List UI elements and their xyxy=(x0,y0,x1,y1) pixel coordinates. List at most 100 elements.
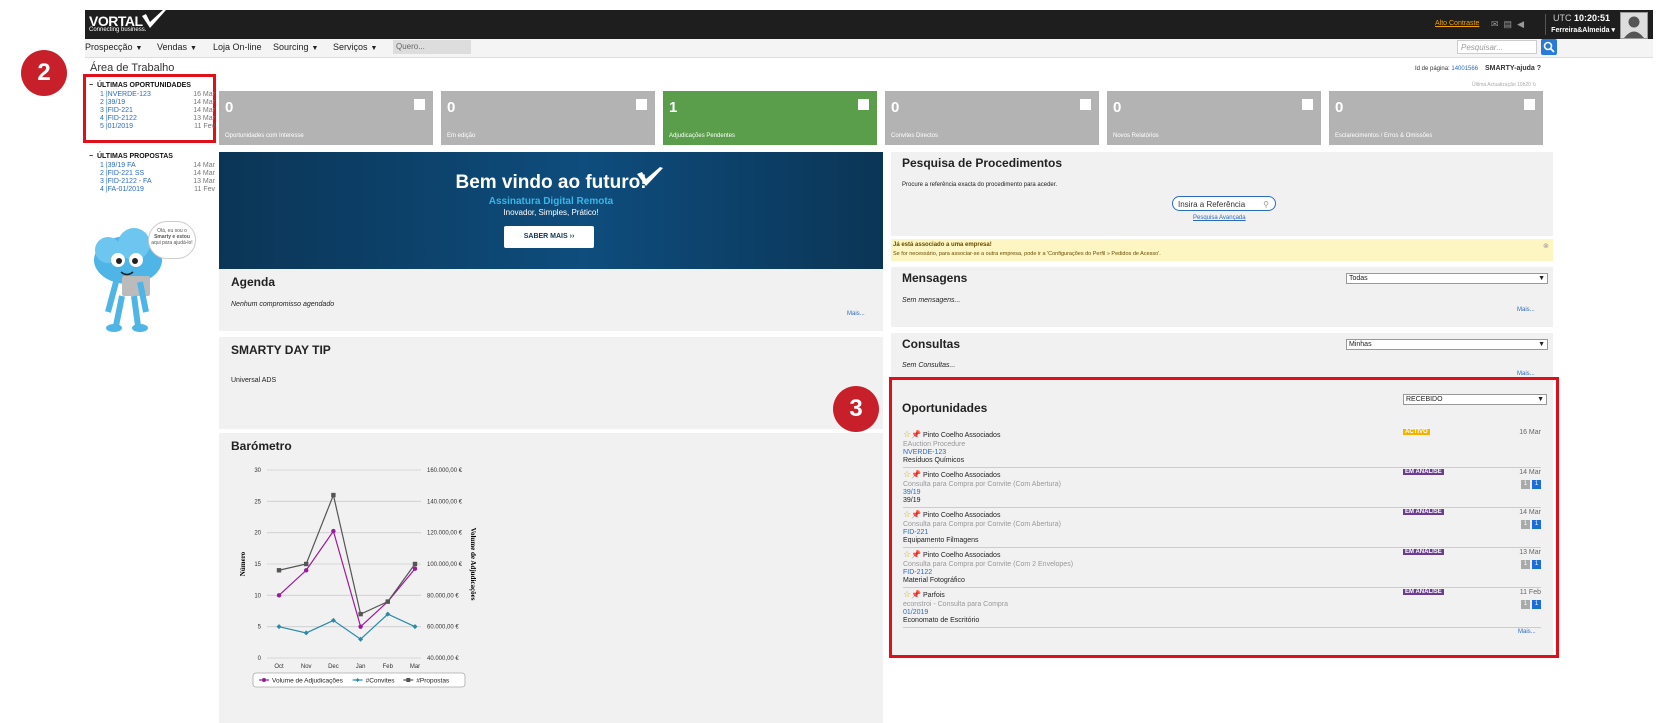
list-item[interactable]: 5 |01/2019 11 Fev xyxy=(100,123,215,131)
user-silhouette-icon xyxy=(1624,16,1644,38)
banner-title-text: Bem vindo ao futuro! xyxy=(455,172,647,193)
high-contrast-link[interactable]: Alto Contraste xyxy=(1435,20,1479,27)
data-point xyxy=(358,624,363,629)
star-icon[interactable]: ☆ xyxy=(903,429,911,439)
table-row[interactable]: ☆📌 Pinto Coelho Associados Consulta para… xyxy=(903,547,1541,588)
learn-more-button[interactable]: SABER MAIS ›› xyxy=(504,226,594,248)
tile-clarifications[interactable]: 0 Esclarecimentos / Erros & Omissões xyxy=(1329,91,1543,145)
menu-loja-online[interactable]: Loja On-line xyxy=(213,42,262,52)
count-box-blue[interactable]: 1 xyxy=(1532,560,1541,569)
welcome-banner[interactable]: Bem vindo ao futuro! Assinatura Digital … xyxy=(219,152,883,269)
list-item[interactable]: 1 |NVERDE-123 16 Mar xyxy=(100,91,215,99)
count-box-grey[interactable]: 1 xyxy=(1521,560,1530,569)
notice-text: Se for necessário, para associar-se a ou… xyxy=(893,251,1161,257)
advanced-search-link[interactable]: Pesquisa Avançada xyxy=(1193,215,1246,221)
tile-editing[interactable]: 0 Em edição xyxy=(441,91,655,145)
procedure-ref-link[interactable]: 39/19 xyxy=(903,489,921,496)
table-row[interactable]: ☆📌 Pinto Coelho Associados Consulta para… xyxy=(903,467,1541,508)
procedure-ref-link[interactable]: FID-221 xyxy=(903,529,928,536)
count-box-blue[interactable]: 1 xyxy=(1532,520,1541,529)
consultations-filter-select[interactable]: Minhas ▼ xyxy=(1346,339,1548,350)
vortal-logo[interactable]: VORTAL Connecting business. xyxy=(89,13,146,33)
reference-input[interactable]: Insira a Referência ⚲ xyxy=(1172,196,1276,211)
tile-new-reports[interactable]: 0 Novos Relatórios xyxy=(1107,91,1321,145)
tile-interest[interactable]: 0 Oportunidades com Interesse xyxy=(219,91,433,145)
mail-icon[interactable]: ✉ xyxy=(1491,19,1504,29)
data-point xyxy=(358,611,363,617)
menu-sourcing[interactable]: Sourcing ▼ xyxy=(273,42,318,52)
refresh-icon[interactable]: ↻ xyxy=(1532,82,1536,88)
star-icon[interactable]: ☆ xyxy=(903,549,911,559)
search-input[interactable]: Pesquisar... xyxy=(1457,40,1537,54)
consultations-panel: Consultas Minhas ▼ Sem Consultas... Mais.… xyxy=(891,333,1553,383)
avatar[interactable] xyxy=(1620,12,1648,39)
list-item[interactable]: 1 |39/19 FA 14 Mar xyxy=(100,162,215,170)
star-icon[interactable]: ☆ xyxy=(903,469,911,479)
tile-pending-awards[interactable]: 1 Adjudicações Pendentes xyxy=(663,91,877,145)
search-icon: ⚲ xyxy=(1263,200,1269,209)
messages-filter-select[interactable]: Todas ▼ xyxy=(1346,273,1548,284)
main-menu: Prospecção ▼ Vendas ▼ Loja On-line Sourcin… xyxy=(85,39,1653,58)
day-tip-panel: SMARTY DAY TIP Universal ADS xyxy=(219,337,883,429)
menu-vendas[interactable]: Vendas ▼ xyxy=(157,42,197,52)
smarty-help-link[interactable]: SMARTY-ajuda ? xyxy=(1485,65,1541,72)
table-row[interactable]: ☆📌 Pinto Coelho Associados Consulta para… xyxy=(903,507,1541,548)
bubble-line: aqui para ajudá-lo! xyxy=(151,240,193,246)
count-box-blue[interactable]: 1 xyxy=(1532,600,1541,609)
search-button[interactable] xyxy=(1541,39,1557,55)
checkmark-logo-icon xyxy=(637,167,663,186)
agenda-more-link[interactable]: Mais... xyxy=(847,311,865,317)
count-box-grey[interactable]: 1 xyxy=(1521,480,1530,489)
menu-label: Vendas xyxy=(157,42,188,52)
close-icon[interactable]: ⊗ xyxy=(1543,242,1549,250)
pin-icon[interactable]: 📌 xyxy=(911,590,921,599)
table-row[interactable]: ☆📌 Parfois econstroi - Consulta para Com… xyxy=(903,587,1541,628)
messages-more-link[interactable]: Mais... xyxy=(1517,307,1535,313)
procedure-type: Consulta para Compra por Convite (Com Ab… xyxy=(903,521,1061,528)
opportunities-filter-select[interactable]: RECEBIDO ▼ xyxy=(1403,394,1547,405)
count-box-grey[interactable]: 1 xyxy=(1521,520,1530,529)
item-ref: 1 |39/19 FA xyxy=(100,162,136,169)
list-item[interactable]: 3 |FID-221 14 Mar xyxy=(100,107,215,115)
table-row[interactable]: ☆📌 Pinto Coelho Associados EAuction Proc… xyxy=(903,427,1541,468)
megaphone-icon[interactable]: ◀ xyxy=(1517,19,1529,29)
procedure-ref-link[interactable]: 01/2019 xyxy=(903,609,928,616)
count-box-grey[interactable]: 1 xyxy=(1521,600,1530,609)
gift-icon xyxy=(858,99,869,110)
tile-direct-invites[interactable]: 0 Convites Directos xyxy=(885,91,1099,145)
pin-icon[interactable]: 📌 xyxy=(911,430,921,439)
smarty-speech-bubble[interactable]: Olá, eu sou o Smarty e estou aqui para a… xyxy=(148,221,196,259)
data-point xyxy=(276,624,282,630)
list-item[interactable]: 4 |FID-2122 13 Mar xyxy=(100,115,215,123)
document-icon[interactable]: ▤ xyxy=(1504,19,1518,29)
procedure-search-title: Pesquisa de Procedimentos xyxy=(902,156,1063,170)
recent-opportunities-title[interactable]: − ÚLTIMAS OPORTUNIDADES xyxy=(89,82,215,89)
data-point xyxy=(412,624,418,630)
pin-icon[interactable]: 📌 xyxy=(911,470,921,479)
data-point xyxy=(276,593,282,598)
item-date: 14 Mar xyxy=(193,107,215,114)
procedure-description: Resíduos Químicos xyxy=(903,457,965,464)
count-box-blue[interactable]: 1 xyxy=(1532,480,1541,489)
menu-servicos[interactable]: Serviços ▼ xyxy=(333,42,377,52)
barometer-panel: Barómetro 0 5 10 15 20 25 30 40.000,00 €60.000,… xyxy=(219,433,883,723)
star-icon[interactable]: ☆ xyxy=(903,509,911,519)
star-icon[interactable]: ☆ xyxy=(903,589,911,599)
pin-icon[interactable]: 📌 xyxy=(911,510,921,519)
list-item[interactable]: 4 |FA-01/2019 11 Fev xyxy=(100,186,215,194)
data-point xyxy=(304,561,309,567)
y2-tick-label: 160.000,00 € xyxy=(427,468,463,474)
procedure-ref-link[interactable]: NVERDE-123 xyxy=(903,449,946,456)
user-menu[interactable]: Ferreira&Almeida ▾ xyxy=(1535,26,1615,34)
list-item[interactable]: 2 |FID-221 SS 14 Mar xyxy=(100,170,215,178)
procedure-ref-link[interactable]: FID-2122 xyxy=(903,569,932,576)
opportunities-more-link[interactable]: Mais... xyxy=(1518,629,1536,635)
pin-icon[interactable]: 📌 xyxy=(911,550,921,559)
list-item[interactable]: 3 |FID-2122 - FA 13 Mar xyxy=(100,178,215,186)
recent-proposals-title[interactable]: − ÚLTIMAS PROPOSTAS xyxy=(89,153,215,160)
status-badge: EM ANÁLISE xyxy=(1403,589,1444,595)
menu-prospeccao[interactable]: Prospecção ▼ xyxy=(85,42,142,52)
quero-select[interactable]: Quero... xyxy=(393,40,471,54)
list-item[interactable]: 2 |39/19 14 Mar xyxy=(100,99,215,107)
x-tick-label: Oct xyxy=(274,664,284,670)
